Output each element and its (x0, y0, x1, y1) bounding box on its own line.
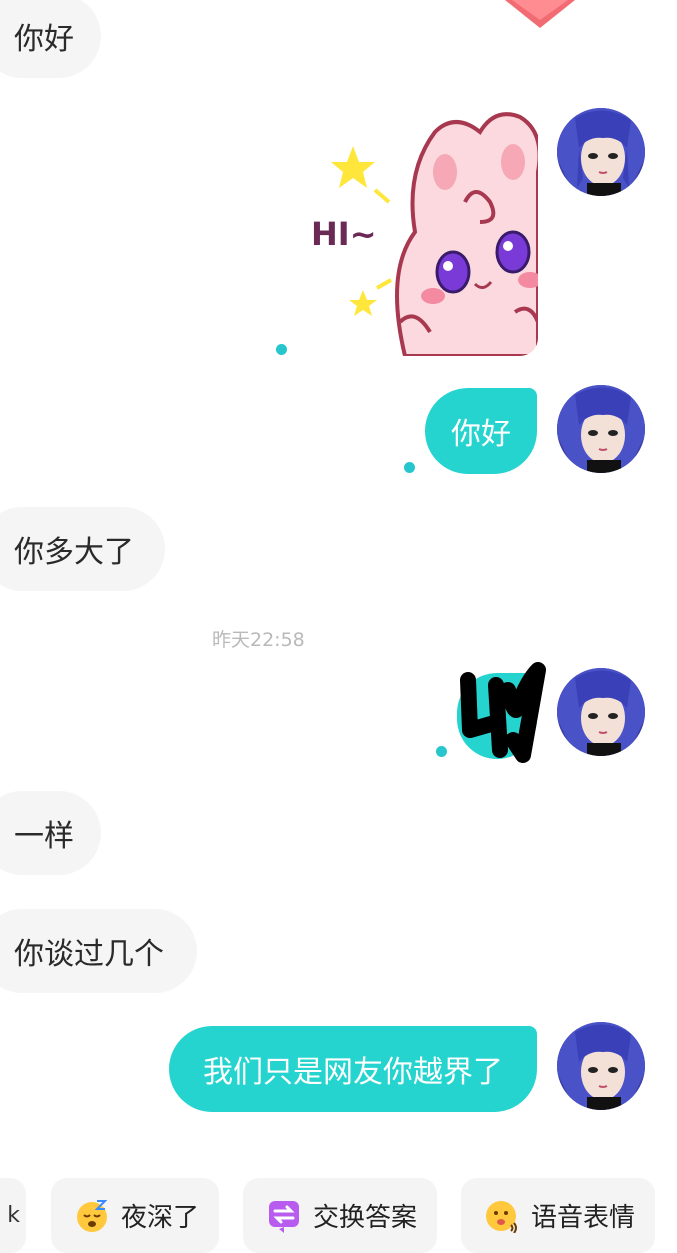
avatar-image (557, 668, 645, 756)
read-indicator-dot (404, 462, 415, 473)
message-text: 你谈过几个 (14, 937, 164, 972)
message-text: 你好 (14, 22, 74, 57)
avatar[interactable] (557, 385, 645, 473)
message-text: 一样 (14, 819, 74, 854)
read-indicator-dot (436, 746, 447, 757)
quick-reply-chip-partial[interactable]: k (0, 1178, 26, 1253)
timestamp: 昨天22:58 (212, 629, 305, 651)
outgoing-message[interactable]: 你好 (425, 388, 537, 474)
avatar[interactable] (557, 108, 645, 196)
incoming-message[interactable]: 你好 (0, 0, 101, 78)
chip-label: k (7, 1203, 20, 1228)
sleepy-face-icon (77, 1199, 108, 1232)
incoming-message[interactable]: 你多大了 (0, 507, 165, 591)
quick-reply-chip[interactable]: 夜深了 (51, 1178, 219, 1253)
message-text: 我们只是网友你越界了 (203, 1055, 503, 1090)
quick-reply-chip[interactable]: 语音表情 (461, 1178, 655, 1253)
quick-reply-chip[interactable]: 交换答案 (243, 1178, 437, 1253)
read-indicator-dot (276, 344, 287, 355)
message-text: 你好 (451, 417, 511, 452)
avatar-image (557, 108, 645, 196)
sticker-text: HI~ (311, 215, 377, 253)
heart-decoration-icon (505, 0, 575, 28)
exchange-icon (269, 1200, 299, 1233)
chip-label: 交换答案 (313, 1203, 418, 1233)
sticker-message[interactable]: HI~ (305, 112, 538, 356)
outgoing-message[interactable]: 我们只是网友你越界了 (169, 1026, 537, 1112)
avatar[interactable] (557, 1022, 645, 1110)
chip-label: 夜深了 (121, 1203, 200, 1233)
chip-label: 语音表情 (531, 1203, 636, 1233)
voice-emoji-icon (486, 1200, 517, 1233)
avatar[interactable] (557, 668, 645, 756)
redaction-scribble (460, 662, 546, 763)
avatar-image (557, 385, 645, 473)
incoming-message[interactable]: 一样 (0, 791, 101, 875)
avatar-image (557, 1022, 645, 1110)
incoming-message[interactable]: 你谈过几个 (0, 909, 197, 993)
message-text: 你多大了 (14, 535, 134, 570)
